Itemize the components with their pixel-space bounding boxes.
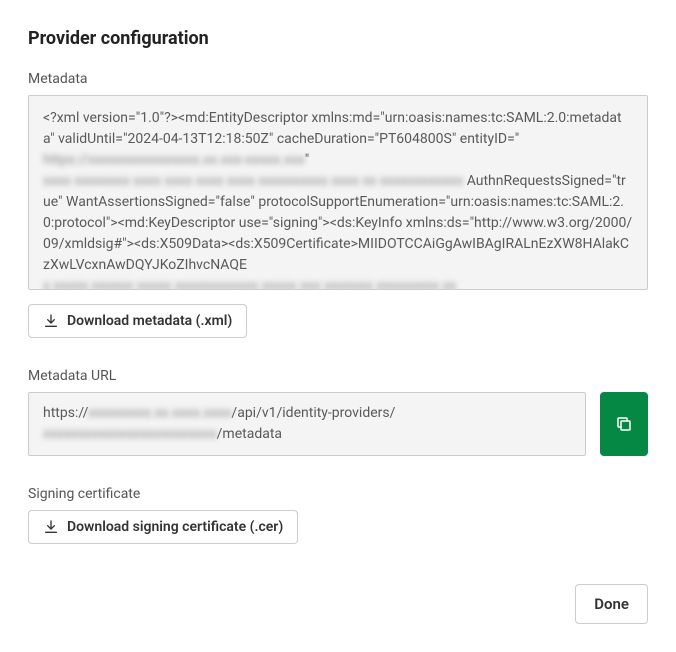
url-host-redacted: xxxxxxxxx.xx.xxxx.xxxx [88,403,231,424]
metadata-xml-redacted2: xxxx xxxxxxxx xxxx xxxx xxxx xxxx xxxxxx… [43,171,463,192]
download-metadata-button[interactable]: Download metadata (.xml) [28,304,247,338]
copy-url-button[interactable] [600,392,648,456]
metadata-content: <?xml version="1.0"?><md:EntityDescripto… [28,95,648,290]
download-signing-certificate-button[interactable]: Download signing certificate (.cer) [28,510,298,544]
metadata-url-label: Metadata URL [28,368,648,384]
metadata-xml-part1: <?xml version="1.0"?><md:EntityDescripto… [43,110,622,147]
dialog-footer: Done [28,584,648,624]
metadata-xml-redacted3: x xxxxx xxxxxx xxxxx xxxxxxxxxxxx xxxxx … [43,276,456,290]
url-suffix: /metadata [217,426,282,442]
metadata-xml-part2: " [305,152,309,168]
page-title: Provider configuration [28,28,648,49]
metadata-label: Metadata [28,71,648,87]
download-metadata-label: Download metadata (.xml) [67,313,232,329]
url-mid: /api/v1/identity-providers/ [231,405,395,421]
url-prefix: https:// [43,405,88,421]
metadata-url-section: Metadata URL https://xxxxxxxxx.xx.xxxx.x… [28,368,648,456]
copy-icon [615,415,633,433]
done-button[interactable]: Done [575,584,648,624]
download-signing-certificate-label: Download signing certificate (.cer) [67,519,283,535]
download-icon [43,313,59,329]
metadata-section: Metadata <?xml version="1.0"?><md:Entity… [28,71,648,338]
download-icon [43,519,59,535]
metadata-xml-redacted1: https://xxxxxxxxxxxxxxxx.xx.xxx-xxxxx.xx… [43,150,305,171]
url-id-redacted: xxxxxxxxxxxxxxxxxxxxxxxxx [43,424,217,445]
metadata-url-value: https://xxxxxxxxx.xx.xxxx.xxxx/api/v1/id… [28,392,586,456]
signing-certificate-section: Signing certificate Download signing cer… [28,486,648,544]
signing-certificate-label: Signing certificate [28,486,648,502]
